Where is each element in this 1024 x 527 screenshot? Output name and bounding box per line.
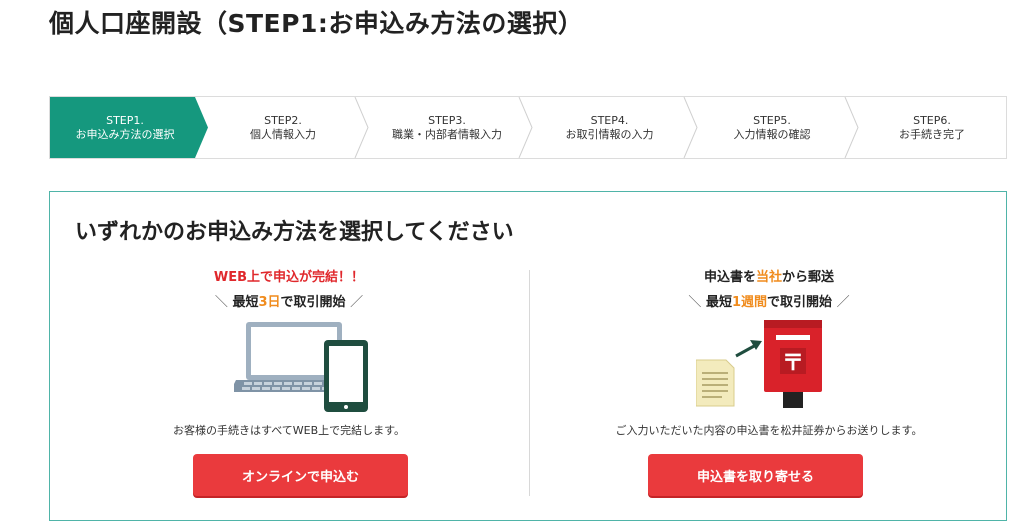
slash-right: ／ xyxy=(350,295,364,310)
mailbox-icon: 〒 xyxy=(696,320,822,408)
step-4: STEP4. お取引情報の入力 xyxy=(532,97,687,158)
mail-subline: ＼ 最短1週間で取引開始 ／ xyxy=(530,292,1008,314)
headline-suffix: から郵送 xyxy=(782,270,835,285)
step-5: STEP5. 入力情報の確認 xyxy=(697,97,847,158)
online-headline: WEB上で申込が完結！！ xyxy=(213,270,365,285)
step-label: 職業・内部者情報入力 xyxy=(392,127,502,141)
step-number: STEP3. xyxy=(428,113,466,127)
step-number: STEP4. xyxy=(590,113,629,127)
step-label: お取引情報の入力 xyxy=(565,127,654,141)
step-label: お手続き完了 xyxy=(899,127,965,141)
online-option: WEB上で申込が完結！！ ＼ 最短3日で取引開始 ／ お客様の手続きはすべてWE… xyxy=(50,268,528,496)
step-number: STEP2. xyxy=(264,113,302,127)
step-progress-bar: STEP1. お申込み方法の選択 STEP2. 個人情報入力 STEP3. 職業… xyxy=(49,96,1007,159)
step-2: STEP2. 個人情報入力 xyxy=(208,97,358,158)
mail-option: 申込書を当社から郵送 ＼ 最短1週間で取引開始 ／ 〒 ご入力いただいた内容の申… xyxy=(530,268,1008,496)
online-subline: ＼ 最短3日で取引開始 ／ xyxy=(50,292,528,314)
online-description: お客様の手続きはすべてWEB上で完結します。 xyxy=(172,424,406,437)
slash-left: ＼ xyxy=(688,295,702,310)
mail-headline: 申込書を当社から郵送 xyxy=(530,268,1008,288)
subline-suffix: で取引開始 xyxy=(280,295,346,310)
headline-highlight: 当社 xyxy=(755,270,782,285)
mail-description: ご入力いただいた内容の申込書を松井証券からお送りします。 xyxy=(615,424,923,437)
subline-prefix: 最短 xyxy=(232,295,259,310)
subline-highlight: 3日 xyxy=(258,295,281,310)
step-number: STEP1. xyxy=(106,113,144,127)
slash-right: ／ xyxy=(836,295,850,310)
apply-online-button[interactable]: オンラインで申込む xyxy=(193,454,408,496)
subline-prefix: 最短 xyxy=(705,295,732,310)
slash-left: ＼ xyxy=(214,295,228,310)
step-1: STEP1. お申込み方法の選択 xyxy=(50,97,200,158)
step-label: 入力情報の確認 xyxy=(733,127,811,141)
application-method-panel: いずれかのお申込み方法を選択してください WEB上で申込が完結！！ ＼ 最短3日… xyxy=(49,191,1007,521)
step-label: 個人情報入力 xyxy=(250,127,316,141)
step-3: STEP3. 職業・内部者情報入力 xyxy=(368,97,526,158)
step-label: お申込み方法の選択 xyxy=(75,127,175,141)
step-number: STEP5. xyxy=(753,113,791,127)
page-title: 個人口座開設（STEP1:お申込み方法の選択） xyxy=(49,9,584,38)
panel-heading: いずれかのお申込み方法を選択してください xyxy=(75,220,514,245)
subline-highlight: 1週間 xyxy=(731,295,768,310)
headline-prefix: 申込書を xyxy=(703,270,756,285)
request-form-button[interactable]: 申込書を取り寄せる xyxy=(648,454,863,496)
laptop-tablet-icon xyxy=(234,322,368,412)
step-number: STEP6. xyxy=(913,113,951,127)
subline-suffix: で取引開始 xyxy=(767,295,833,310)
step-6: STEP6. お手続き完了 xyxy=(858,97,1006,158)
svg-text:〒: 〒 xyxy=(782,351,804,376)
